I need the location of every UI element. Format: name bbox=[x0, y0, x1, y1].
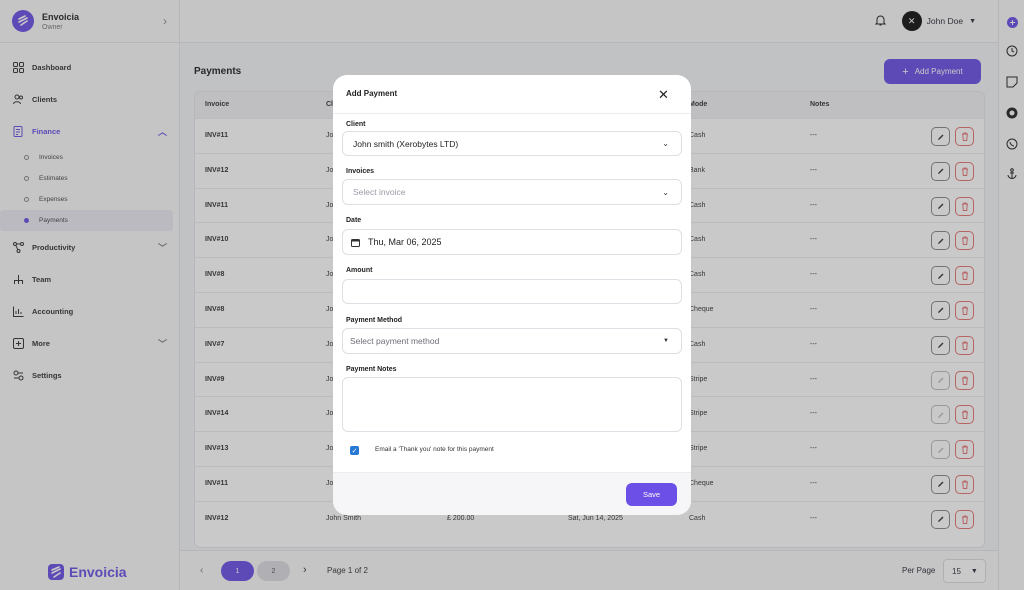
client-value: John smith (Xerobytes LTD) bbox=[353, 138, 459, 149]
invoices-label: Invoices bbox=[346, 168, 375, 175]
caret-down-icon: ▼ bbox=[663, 338, 669, 344]
amount-input[interactable] bbox=[342, 279, 682, 304]
payment-method-label: Payment Method bbox=[346, 317, 403, 324]
calendar-icon bbox=[351, 238, 360, 247]
add-payment-modal: Add Payment ✕ Client John smith (Xerobyt… bbox=[333, 75, 691, 515]
save-button[interactable]: Save bbox=[626, 483, 677, 506]
modal-divider bbox=[333, 113, 691, 114]
chevron-down-icon: ⌄ bbox=[662, 139, 669, 148]
invoices-select[interactable]: Select invoice ⌄ bbox=[342, 179, 682, 205]
client-label: Client bbox=[346, 121, 366, 128]
chevron-down-icon: ⌄ bbox=[662, 187, 669, 197]
date-field[interactable]: Thu, Mar 06, 2025 bbox=[342, 229, 682, 255]
payment-notes-textarea[interactable] bbox=[342, 377, 682, 432]
thankyou-checkbox[interactable]: ✓ bbox=[350, 446, 359, 455]
thankyou-label: Email a 'Thank you' note for this paymen… bbox=[375, 446, 494, 453]
amount-label: Amount bbox=[346, 267, 373, 274]
date-value: Thu, Mar 06, 2025 bbox=[368, 237, 442, 247]
payment-method-placeholder: Select payment method bbox=[350, 336, 440, 346]
modal-title: Add Payment bbox=[346, 89, 398, 98]
modal-footer: Save bbox=[333, 472, 691, 515]
date-label: Date bbox=[346, 217, 362, 224]
client-select[interactable]: John smith (Xerobytes LTD) ⌄ bbox=[342, 131, 682, 156]
invoices-placeholder: Select invoice bbox=[353, 187, 406, 197]
close-icon[interactable]: ✕ bbox=[658, 87, 669, 103]
payment-method-select[interactable]: Select payment method ▼ bbox=[342, 328, 682, 354]
payment-notes-label: Payment Notes bbox=[346, 366, 397, 373]
